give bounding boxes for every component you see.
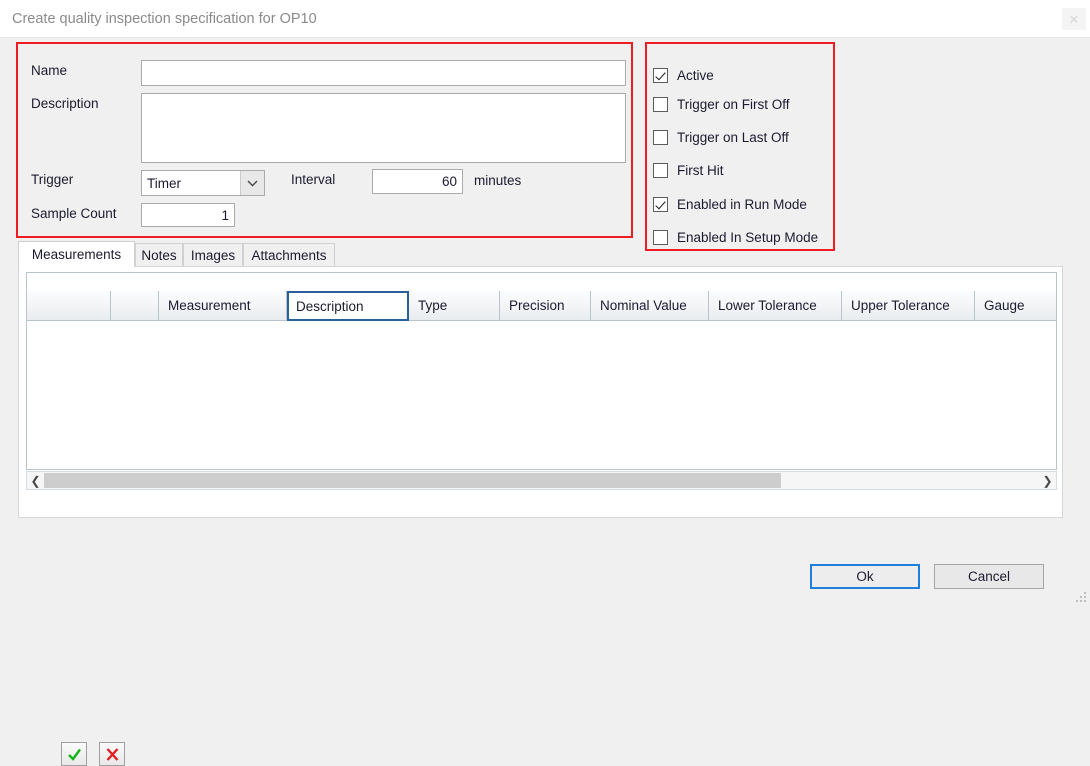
grid-header-upper-tolerance[interactable]: Upper Tolerance: [842, 291, 975, 321]
option-row[interactable]: Trigger on First Off: [653, 95, 790, 113]
grid-header-description[interactable]: Description: [287, 291, 409, 321]
tab-measurements[interactable]: Measurements: [18, 241, 135, 267]
trigger-combobox[interactable]: Timer: [141, 170, 265, 196]
name-input[interactable]: [141, 60, 626, 86]
interval-label: Interval: [291, 172, 335, 187]
scroll-right-icon[interactable]: ❯: [1039, 472, 1056, 489]
scrollbar-track[interactable]: [44, 472, 1039, 489]
checkbox-active[interactable]: [653, 68, 668, 83]
interval-unit-label: minutes: [474, 173, 521, 188]
sample-count-input[interactable]: [141, 203, 235, 227]
scrollbar-thumb[interactable]: [44, 473, 781, 488]
grid-header-precision[interactable]: Precision: [500, 291, 591, 321]
trigger-label: Trigger: [31, 172, 73, 187]
checkbox-first-hit[interactable]: [653, 163, 668, 178]
option-label: Active: [677, 68, 714, 83]
tab-images[interactable]: Images: [183, 243, 243, 267]
cross-icon: [105, 747, 120, 762]
grid-horizontal-scrollbar[interactable]: ❮ ❯: [26, 471, 1057, 490]
scroll-left-icon[interactable]: ❮: [27, 472, 44, 489]
tab-attachments[interactable]: Attachments: [243, 243, 335, 267]
tab-notes[interactable]: Notes: [135, 243, 183, 267]
interval-input[interactable]: [372, 169, 463, 194]
resize-grip-icon[interactable]: [1076, 592, 1086, 602]
close-icon[interactable]: ✕: [1062, 8, 1086, 30]
measurements-grid[interactable]: MeasurementDescriptionTypePrecisionNomin…: [26, 272, 1057, 470]
option-row[interactable]: Enabled in Run Mode: [653, 195, 807, 213]
name-label: Name: [31, 63, 67, 78]
chevron-down-icon[interactable]: [240, 171, 264, 195]
checkbox-trigger-on-last-off[interactable]: [653, 130, 668, 145]
option-label: First Hit: [677, 163, 724, 178]
description-input[interactable]: [141, 93, 626, 163]
tabstrip: MeasurementsNotesImagesAttachments: [18, 243, 1063, 267]
option-label: Enabled in Run Mode: [677, 197, 807, 212]
grid-header-gauge[interactable]: Gauge: [975, 291, 1057, 321]
grid-header-nominal-value[interactable]: Nominal Value: [591, 291, 709, 321]
cancel-button[interactable]: Cancel: [934, 564, 1044, 589]
grid-header-measurement[interactable]: Measurement: [159, 291, 287, 321]
checkbox-enabled-in-run-mode[interactable]: [653, 197, 668, 212]
trigger-combobox-value: Timer: [142, 176, 240, 191]
checkbox-trigger-on-first-off[interactable]: [653, 97, 668, 112]
window-titlebar: Create quality inspection specification …: [0, 0, 1090, 38]
description-label: Description: [31, 96, 99, 111]
sample-count-label: Sample Count: [31, 206, 117, 221]
grid-header-blank-0[interactable]: [27, 291, 111, 321]
option-label: Trigger on First Off: [677, 97, 790, 112]
window-title: Create quality inspection specification …: [12, 11, 317, 27]
checkmark-icon: [67, 747, 82, 762]
grid-header-blank-1[interactable]: [111, 291, 159, 321]
grid-header-type[interactable]: Type: [409, 291, 500, 321]
reject-row-button[interactable]: [99, 742, 125, 766]
measurements-panel: MeasurementDescriptionTypePrecisionNomin…: [18, 266, 1063, 518]
grid-header-lower-tolerance[interactable]: Lower Tolerance: [709, 291, 842, 321]
option-row[interactable]: First Hit: [653, 161, 724, 179]
option-row[interactable]: Trigger on Last Off: [653, 128, 789, 146]
option-label: Trigger on Last Off: [677, 130, 789, 145]
ok-button[interactable]: Ok: [810, 564, 920, 589]
accept-row-button[interactable]: [61, 742, 87, 766]
option-row[interactable]: Active: [653, 66, 714, 84]
grid-header-row: MeasurementDescriptionTypePrecisionNomin…: [27, 291, 1057, 321]
